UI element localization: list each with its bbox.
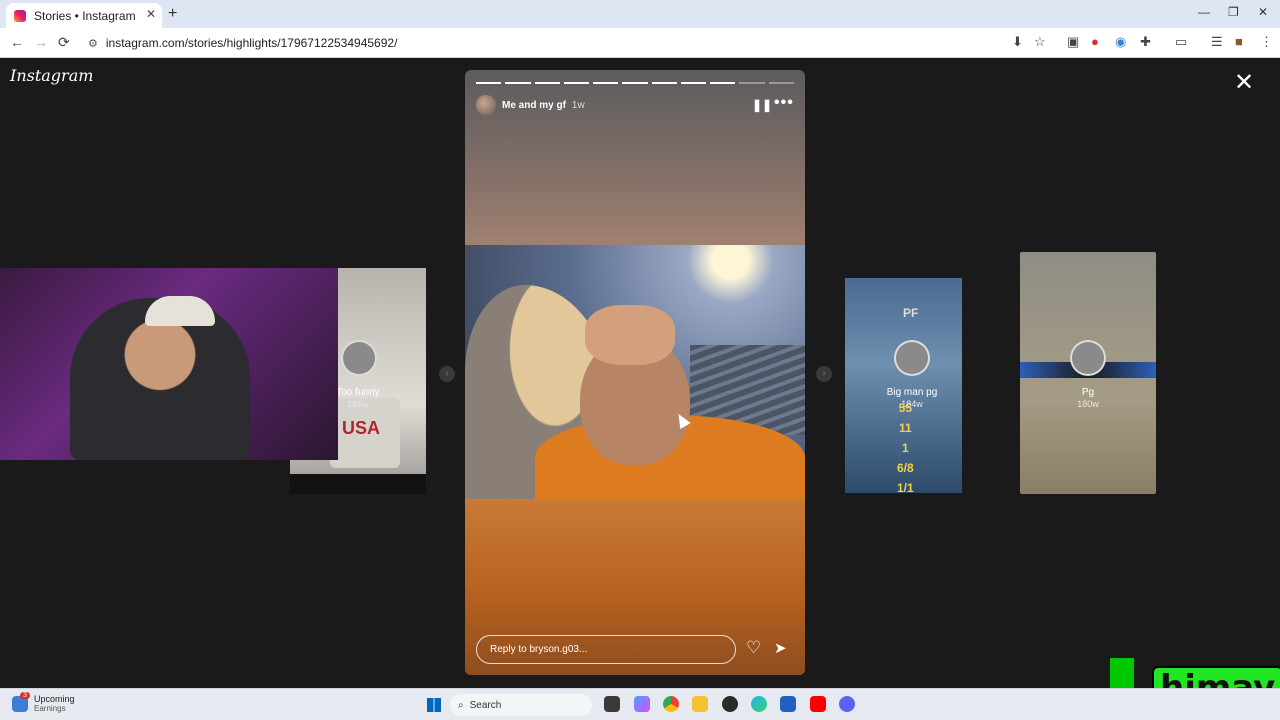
position-label: PF: [903, 306, 919, 320]
store-icon[interactable]: [780, 696, 796, 712]
heart-icon[interactable]: ♡: [746, 638, 761, 658]
restore-icon[interactable]: ❐: [1228, 5, 1239, 19]
tab-title: Stories • Instagram: [34, 8, 136, 23]
story-player[interactable]: Me and my gf 1w ❚❚ ••• ♡ ➤: [465, 70, 805, 675]
bookmark-star-icon[interactable]: ☆: [1034, 34, 1046, 50]
minimize-icon[interactable]: —: [1198, 5, 1210, 19]
browser-menu-icon[interactable]: ⋮: [1260, 34, 1273, 50]
discord-icon[interactable]: [839, 696, 855, 712]
file-explorer-icon[interactable]: [692, 696, 708, 712]
highlight-avatar: [341, 340, 377, 376]
opera-extension-icon[interactable]: ●: [1091, 34, 1099, 49]
webcam-overlay: [0, 268, 338, 460]
tab-close-icon[interactable]: ✕: [146, 7, 156, 21]
player-stats: 55 11 1 6/8 1/1: [897, 398, 914, 493]
highlight-title: Big man pg: [886, 387, 938, 398]
progress-segment: [680, 82, 707, 84]
progress-segment: [622, 82, 648, 84]
news-widget[interactable]: 3 Upcoming Earnings: [12, 692, 75, 714]
progress-segment: [768, 82, 794, 84]
next-story-icon[interactable]: ›: [816, 366, 832, 382]
story-progress-bar: [476, 82, 794, 84]
previous-story-icon[interactable]: ‹: [439, 366, 455, 382]
shirt-text: USA: [342, 418, 381, 438]
card-bottom-strip: [290, 474, 426, 494]
more-options-icon[interactable]: •••: [774, 94, 794, 112]
instagram-favicon-icon: [14, 9, 26, 22]
instagram-logo[interactable]: Instagram: [10, 66, 93, 85]
browser-toolbar: ← → ⟳ ⚙ instagram.com/stories/highlights…: [0, 28, 1280, 58]
highlight-time: 184w: [901, 399, 923, 409]
reload-icon[interactable]: ⟳: [58, 34, 70, 51]
profile-avatar-icon[interactable]: ■: [1235, 34, 1243, 49]
chrome-icon[interactable]: [663, 696, 679, 712]
progress-segment: [563, 82, 590, 84]
audio-extension-icon[interactable]: ◉: [1115, 34, 1126, 50]
search-label: Search: [469, 699, 502, 711]
taskbar-search[interactable]: ⌕ Search: [450, 694, 592, 716]
widget-subtitle: Earnings: [34, 704, 66, 713]
stat-value: 1: [902, 441, 909, 455]
progress-segment: [534, 82, 560, 84]
search-icon: ⌕: [458, 699, 464, 711]
progress-segment: [710, 82, 736, 84]
stat-value: 1/1: [897, 481, 914, 493]
windows-taskbar: 3 Upcoming Earnings ⌕ Search: [0, 688, 1280, 720]
highlight-avatar: [894, 340, 930, 376]
stat-value: 6/8: [897, 461, 914, 475]
story-header: Me and my gf 1w ❚❚ •••: [476, 94, 794, 116]
story-username[interactable]: Me and my gf: [502, 100, 566, 111]
stories-viewer: Instagram ✕ USA Too funny 186w PF 55 11 …: [0, 58, 1280, 688]
heart-hands: [585, 305, 675, 365]
youtube-icon[interactable]: [810, 696, 826, 712]
obs-icon[interactable]: [722, 696, 738, 712]
window-close-icon[interactable]: ✕: [1258, 5, 1268, 19]
story-photo: [465, 245, 805, 501]
site-info-icon[interactable]: ⚙: [88, 37, 98, 50]
story-avatar[interactable]: [476, 95, 496, 115]
start-menu-icon[interactable]: [427, 698, 441, 712]
reply-input[interactable]: [476, 635, 736, 664]
progress-segment: [593, 82, 619, 84]
highlight-time: 180w: [1077, 399, 1099, 409]
highlight-avatar: [1070, 340, 1106, 376]
pause-icon[interactable]: ❚❚: [752, 98, 772, 112]
extension-icon[interactable]: ▣: [1067, 34, 1079, 50]
browser-tab[interactable]: Stories • Instagram ✕: [6, 3, 162, 28]
url-text: instagram.com/stories/highlights/1796712…: [105, 36, 398, 50]
story-timestamp: 1w: [571, 99, 585, 111]
highlight-card-big-man-pg[interactable]: PF 55 11 1 6/8 1/1: [845, 278, 962, 493]
reading-list-icon[interactable]: ☰: [1211, 34, 1223, 50]
edge-icon[interactable]: [751, 696, 767, 712]
media-control-icon[interactable]: ▭: [1175, 34, 1187, 50]
close-stories-icon[interactable]: ✕: [1234, 68, 1254, 97]
new-tab-button[interactable]: +: [168, 5, 177, 23]
copilot-icon[interactable]: [634, 696, 650, 712]
address-bar[interactable]: ⚙ instagram.com/stories/highlights/17967…: [80, 32, 1055, 54]
progress-segment: [651, 82, 677, 84]
widget-title: Upcoming: [34, 694, 75, 704]
install-app-icon[interactable]: ⬇: [1012, 34, 1023, 50]
forward-icon[interactable]: →: [34, 34, 48, 50]
streamer-cap: [145, 296, 215, 326]
task-view-icon[interactable]: [604, 696, 620, 712]
share-icon[interactable]: ➤: [774, 639, 787, 657]
widget-badge: 3: [20, 692, 30, 699]
progress-segment: [476, 82, 502, 84]
progress-segment: [739, 82, 765, 84]
stocks-icon: 3: [12, 692, 30, 712]
browser-tabbar: Stories • Instagram ✕ + — ❐ ✕: [0, 0, 1280, 28]
extensions-puzzle-icon[interactable]: ✚: [1140, 34, 1151, 50]
progress-segment: [505, 82, 531, 84]
stat-value: 11: [899, 421, 912, 435]
highlight-title: Pg: [1081, 387, 1095, 398]
back-icon[interactable]: ←: [10, 34, 24, 50]
